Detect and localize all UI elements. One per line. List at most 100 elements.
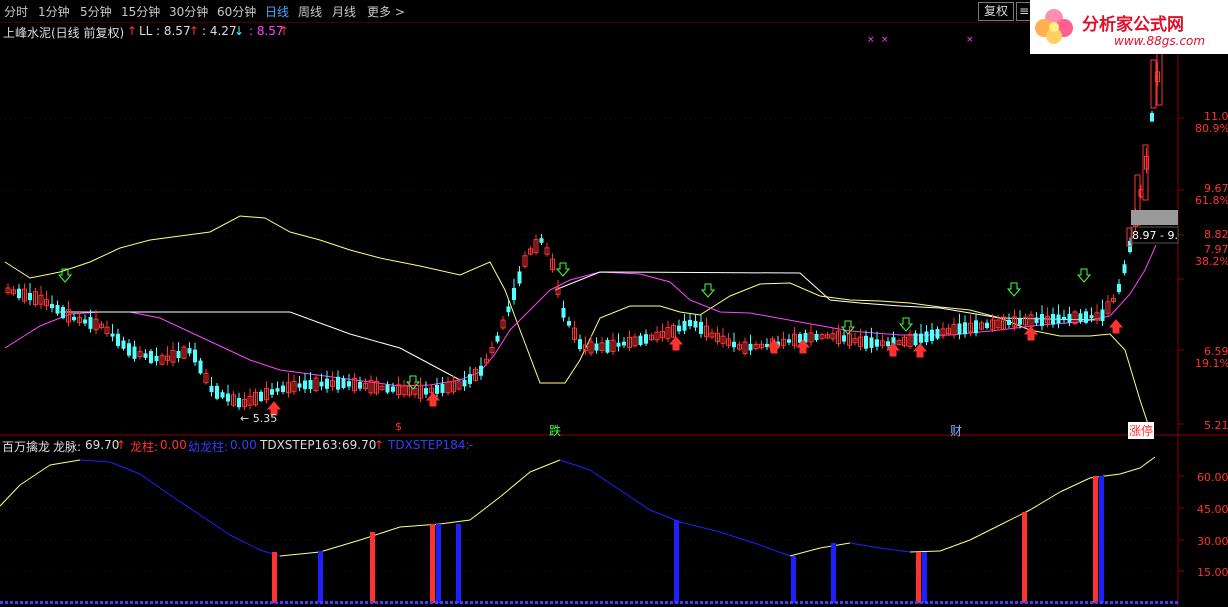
baseline-dot xyxy=(780,601,783,604)
down-arrow-icon: ↓ xyxy=(234,24,245,38)
baseline-dot xyxy=(660,601,663,604)
baseline-dot xyxy=(1140,601,1143,604)
baseline-dot xyxy=(210,601,213,604)
baseline-dot xyxy=(200,601,203,604)
baseline-dot xyxy=(1115,601,1118,604)
baseline-dot xyxy=(690,601,693,604)
baseline-dot xyxy=(175,601,178,604)
buy-arrow-icon xyxy=(668,336,684,351)
baseline-dot xyxy=(775,601,778,604)
candle-body-down xyxy=(308,380,313,390)
up-arrow-icon: ↑ xyxy=(189,24,200,38)
baseline-dot xyxy=(525,601,528,604)
fq-button[interactable]: 复权 xyxy=(978,2,1014,21)
up-arrow-icon: ↑ xyxy=(374,438,385,452)
baseline-dot xyxy=(555,601,558,604)
baseline-dot xyxy=(470,601,473,604)
tab-period-daily[interactable]: 日线 xyxy=(265,3,289,20)
baseline-dot xyxy=(380,601,383,604)
tab-period-3[interactable]: 15分钟 xyxy=(121,3,160,20)
baseline-dot xyxy=(910,601,913,604)
chart-canvas[interactable]: × × × xyxy=(0,0,1228,607)
baseline-dot xyxy=(250,601,253,604)
candle-body-down xyxy=(622,341,626,346)
baseline-dot xyxy=(1025,601,1028,604)
tab-more[interactable]: 更多 > xyxy=(367,3,405,20)
candle-body-down xyxy=(17,288,21,299)
tab-period-2[interactable]: 5分钟 xyxy=(80,3,112,20)
tab-period-1[interactable]: 1分钟 xyxy=(38,3,70,20)
longmai-line-up xyxy=(19,464,51,486)
baseline-dot xyxy=(510,601,513,604)
candle-body-down xyxy=(187,348,192,354)
candle-body-down xyxy=(1056,314,1061,324)
candle-body-up xyxy=(1150,59,1157,109)
baseline-dot xyxy=(835,601,838,604)
baseline-dot xyxy=(425,601,428,604)
baseline-dot xyxy=(365,601,368,604)
tab-period-0[interactable]: 分时 xyxy=(4,3,28,20)
baseline-dot xyxy=(870,601,873,604)
baseline-dot xyxy=(290,601,293,604)
longzhu-bar xyxy=(430,524,435,603)
candle-body-down xyxy=(864,335,868,349)
candle-body-down xyxy=(479,365,483,376)
baseline-dot xyxy=(1155,601,1158,604)
longmai-line-up xyxy=(359,526,401,541)
candle-body-down xyxy=(699,321,703,334)
longmai-line-down xyxy=(679,521,721,533)
tab-period-8[interactable]: 月线 xyxy=(332,3,356,20)
baseline-dot xyxy=(115,601,118,604)
stock-title: 上峰水泥(日线 前复权) xyxy=(3,26,125,40)
sell-arrow-icon xyxy=(57,268,73,283)
candle-body-down xyxy=(132,346,137,359)
baseline-dot xyxy=(545,601,548,604)
candle-body-down xyxy=(748,343,753,351)
tab-period-4[interactable]: 30分钟 xyxy=(169,3,208,20)
candle-body-down xyxy=(985,322,989,328)
baseline-dot xyxy=(570,601,573,604)
longmai-line-up xyxy=(969,524,1001,541)
baseline-dot xyxy=(900,601,903,604)
baseline-dot xyxy=(1020,601,1023,604)
candle-body-down xyxy=(176,350,181,359)
baseline-dot xyxy=(165,601,168,604)
baseline-dot xyxy=(640,601,643,604)
candle-body-down xyxy=(154,355,159,362)
up-arrow-icon: ↑ xyxy=(116,438,127,452)
tab-period-5[interactable]: 60分钟 xyxy=(217,3,256,20)
sub-indicator-lines xyxy=(0,456,1156,557)
y-pct-5: 19.1% xyxy=(1195,357,1228,370)
candle-body-down xyxy=(974,320,978,334)
up-arrow-icon: ↑ xyxy=(127,24,138,38)
candle-body-down xyxy=(149,351,153,364)
tab-period-7[interactable]: 周线 xyxy=(298,3,322,20)
baseline-dot xyxy=(60,601,63,604)
candlesticks xyxy=(5,51,1179,411)
baseline-dot xyxy=(170,601,173,604)
baseline-dot xyxy=(265,601,268,604)
baseline-dot xyxy=(220,601,223,604)
baseline-dot xyxy=(445,601,448,604)
baseline-dot xyxy=(135,601,138,604)
baseline-dot xyxy=(1070,601,1073,604)
baseline-dot xyxy=(215,601,218,604)
longmai-line-down xyxy=(719,531,761,546)
candle-body-down xyxy=(688,319,692,327)
baseline-dot xyxy=(45,601,48,604)
longmai-line-up xyxy=(49,459,81,466)
baseline-dot xyxy=(340,601,343,604)
y-price-3: 8.82 xyxy=(1204,228,1228,241)
candle-body-down xyxy=(677,325,681,332)
baseline-dot xyxy=(955,601,958,604)
longmai-line-down xyxy=(79,459,111,463)
baseline-dot xyxy=(505,601,508,604)
longmai-line-up xyxy=(909,550,941,553)
baseline-dot xyxy=(405,601,408,604)
baseline-dot xyxy=(455,601,458,604)
candle-body-down xyxy=(297,383,302,388)
baseline-dot xyxy=(795,601,798,604)
candle-body-down xyxy=(594,343,599,351)
baseline-dot xyxy=(375,601,378,604)
candle-body-down xyxy=(72,316,76,321)
